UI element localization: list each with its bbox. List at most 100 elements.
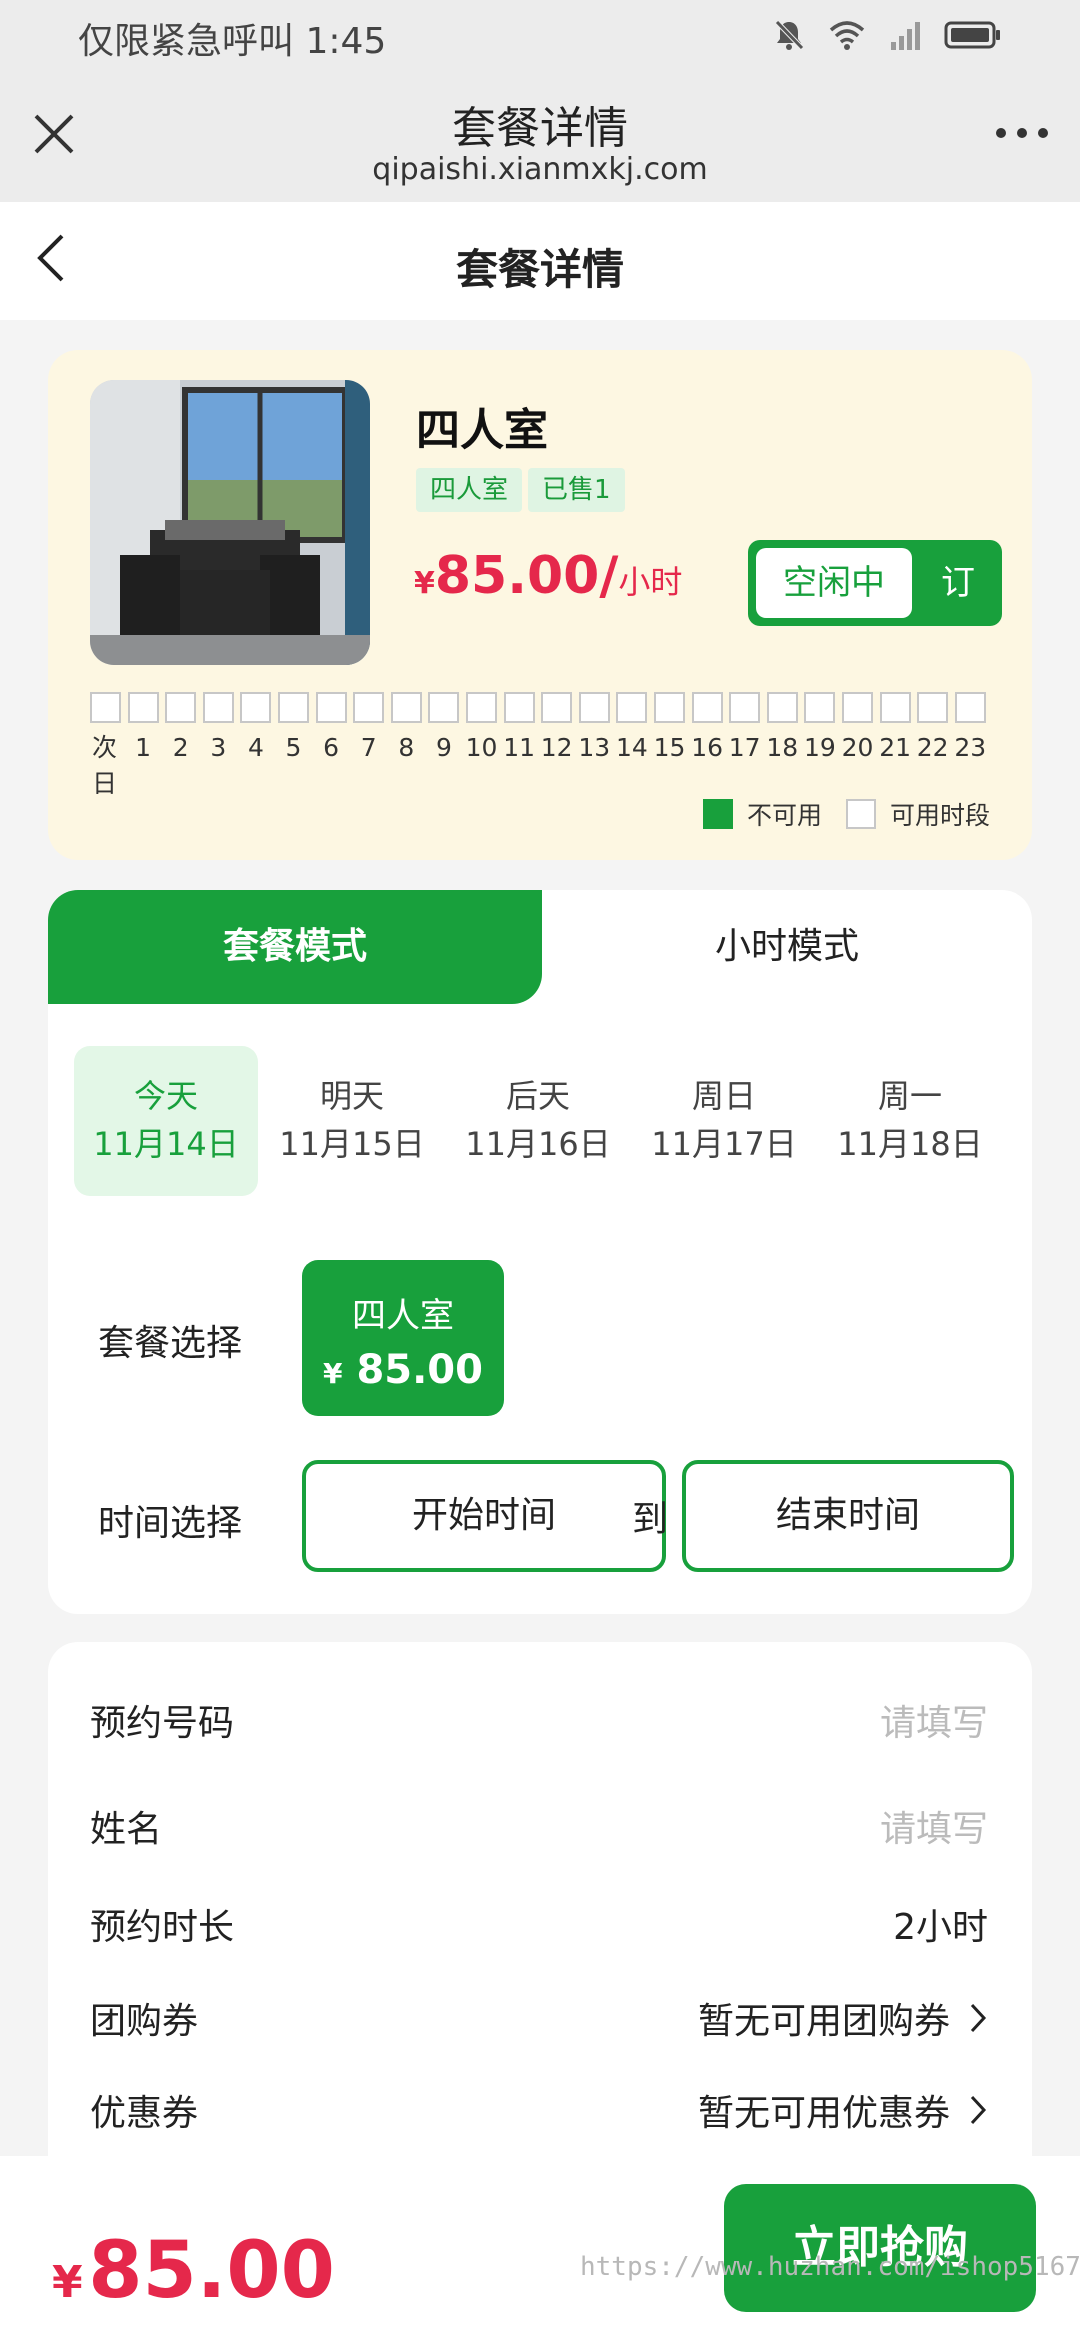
name-label: 姓名 [90,1809,163,1850]
duration-label: 预约时长 [90,1907,235,1948]
coupon-value[interactable]: 暂无可用优惠券 [698,2084,988,2136]
group-coupon-text: 暂无可用团购券 [697,2001,950,2042]
coupon-row[interactable]: 优惠券 暂无可用优惠券 [90,2084,988,2144]
status-free-label: 空闲中 [756,548,912,618]
package-select-label: 套餐选择 [98,1323,243,1364]
hour-label: 12 [540,733,573,762]
hour-slot [578,692,610,723]
hour-label: 2 [172,733,189,762]
buy-now-button[interactable]: 立即抢购 [724,2184,1036,2312]
currency-symbol: ¥ [52,2257,83,2308]
hour-label: 7 [360,733,377,762]
hour-slot [466,692,497,723]
date-label: 11月18日 [837,1125,983,1163]
mute-bell-icon [775,20,804,50]
date-item[interactable]: 周日 11月17日 [632,1046,816,1196]
price-amount: 85.00/ [434,546,619,606]
hour-label: 16 [691,733,723,762]
tab-package-mode[interactable]: 套餐模式 [48,890,542,1004]
room-price: ¥85.00/小时 [414,546,682,606]
hour-label: 15 [653,733,686,762]
date-day: 明天 [319,1077,384,1115]
phone-row[interactable]: 预约号码 请填写 [90,1694,988,1754]
hour-label: 17 [728,733,761,762]
date-label: 11月14日 [93,1125,239,1163]
date-item[interactable]: 周一 11月18日 [818,1046,1002,1196]
price-unit: 小时 [618,563,683,601]
hour-label: 8 [398,733,415,762]
hour-label: 23 [954,733,987,762]
status-bar: 仅限紧急呼叫 1:45 [0,0,1080,72]
book-button[interactable]: 订 [920,540,996,626]
date-item[interactable]: 后天 11月16日 [446,1046,630,1196]
legend-unavailable-label: 不可用 [746,801,822,830]
booking-card: 套餐模式 小时模式 今天 11月14日 明天 11月15日 后天 11月16日 … [48,890,1032,1614]
hour-slot [90,692,121,723]
hour-label: 9 [435,733,452,762]
chevron-right-icon [970,2095,987,2125]
name-input[interactable]: 请填写 [880,1800,988,1852]
hour-label: 22 [916,733,949,762]
browser-url: qipaishi.xianmxkj.com [372,152,708,187]
hour-label: 11 [503,733,535,762]
page-title: 套餐详情 [455,245,624,294]
currency-symbol: ¥ [414,566,435,601]
hour-slot [503,692,535,723]
start-time-button[interactable]: 开始时间 [302,1460,666,1572]
hour-slot [842,692,873,723]
date-day: 今天 [133,1077,198,1115]
date-item[interactable]: 明天 11月15日 [260,1046,444,1196]
hour-label: 10 [465,733,498,762]
status-toggle[interactable]: 空闲中 订 [748,540,1002,626]
more-icon[interactable] [996,128,1048,138]
time-select-label: 时间选择 [98,1503,243,1544]
room-tag: 四人室 [416,468,523,512]
availability-legend: 不可用 可用时段 [702,796,990,832]
battery-icon [944,21,1000,49]
hour-label: 6 [323,733,340,762]
date-day: 周日 [691,1077,756,1115]
chevron-right-icon [970,2003,987,2033]
hour-label: 4 [247,733,264,762]
phone-input[interactable]: 请填写 [880,1694,988,1746]
group-coupon-row[interactable]: 团购券 暂无可用团购券 [90,1992,988,2052]
watermark: https://www.huzhan.com/ishop51679 [580,2252,1080,2282]
hour-label: 13 [578,733,611,762]
package-name: 四人室 [352,1296,454,1336]
date-label: 11月17日 [651,1125,797,1163]
hour-label: 次日 [92,733,118,798]
hour-slot [917,692,949,723]
date-label: 11月15日 [279,1125,425,1163]
group-coupon-value[interactable]: 暂无可用团购券 [698,1992,988,2044]
booking-form: 预约号码 请填写 姓名 请填写 预约时长 2小时 团购券 暂无可用团购券 优惠券… [48,1642,1032,2162]
browser-bar: 套餐详情 qipaishi.xianmxkj.com [0,72,1080,202]
hour-slot [315,692,347,723]
hour-label: 18 [766,733,799,762]
room-name: 四人室 [416,405,548,456]
tab-hourly-mode[interactable]: 小时模式 [542,890,1032,1004]
hour-slot [127,692,159,723]
legend-unavailable-swatch [702,799,733,829]
signal-icon [891,22,920,50]
date-item[interactable]: 今天 11月14日 [74,1046,258,1196]
total-amount: 85.00 [88,2226,335,2316]
name-row[interactable]: 姓名 请填写 [90,1800,988,1860]
hour-slot [729,692,761,723]
duration-value: 2小时 [893,1907,988,1948]
hour-slot [541,692,573,723]
wifi-icon [829,21,865,50]
total-price: ¥ 85.00 [52,2226,335,2316]
group-coupon-label: 团购券 [90,2001,199,2042]
legend-available-label: 可用时段 [889,801,990,830]
status-text: 仅限紧急呼叫 1:45 [78,21,387,62]
end-time-button[interactable]: 结束时间 [682,1460,1014,1572]
package-option[interactable]: 四人室 ¥ 85.00 [302,1260,504,1416]
hour-label: 14 [615,733,648,762]
hour-label: 21 [879,733,911,762]
legend-available-swatch [845,799,876,829]
hour-slot [954,692,986,723]
hour-slot [240,692,272,723]
hour-slot [879,692,911,723]
currency-symbol: ¥ [323,1357,343,1390]
hour-slot [353,692,385,723]
